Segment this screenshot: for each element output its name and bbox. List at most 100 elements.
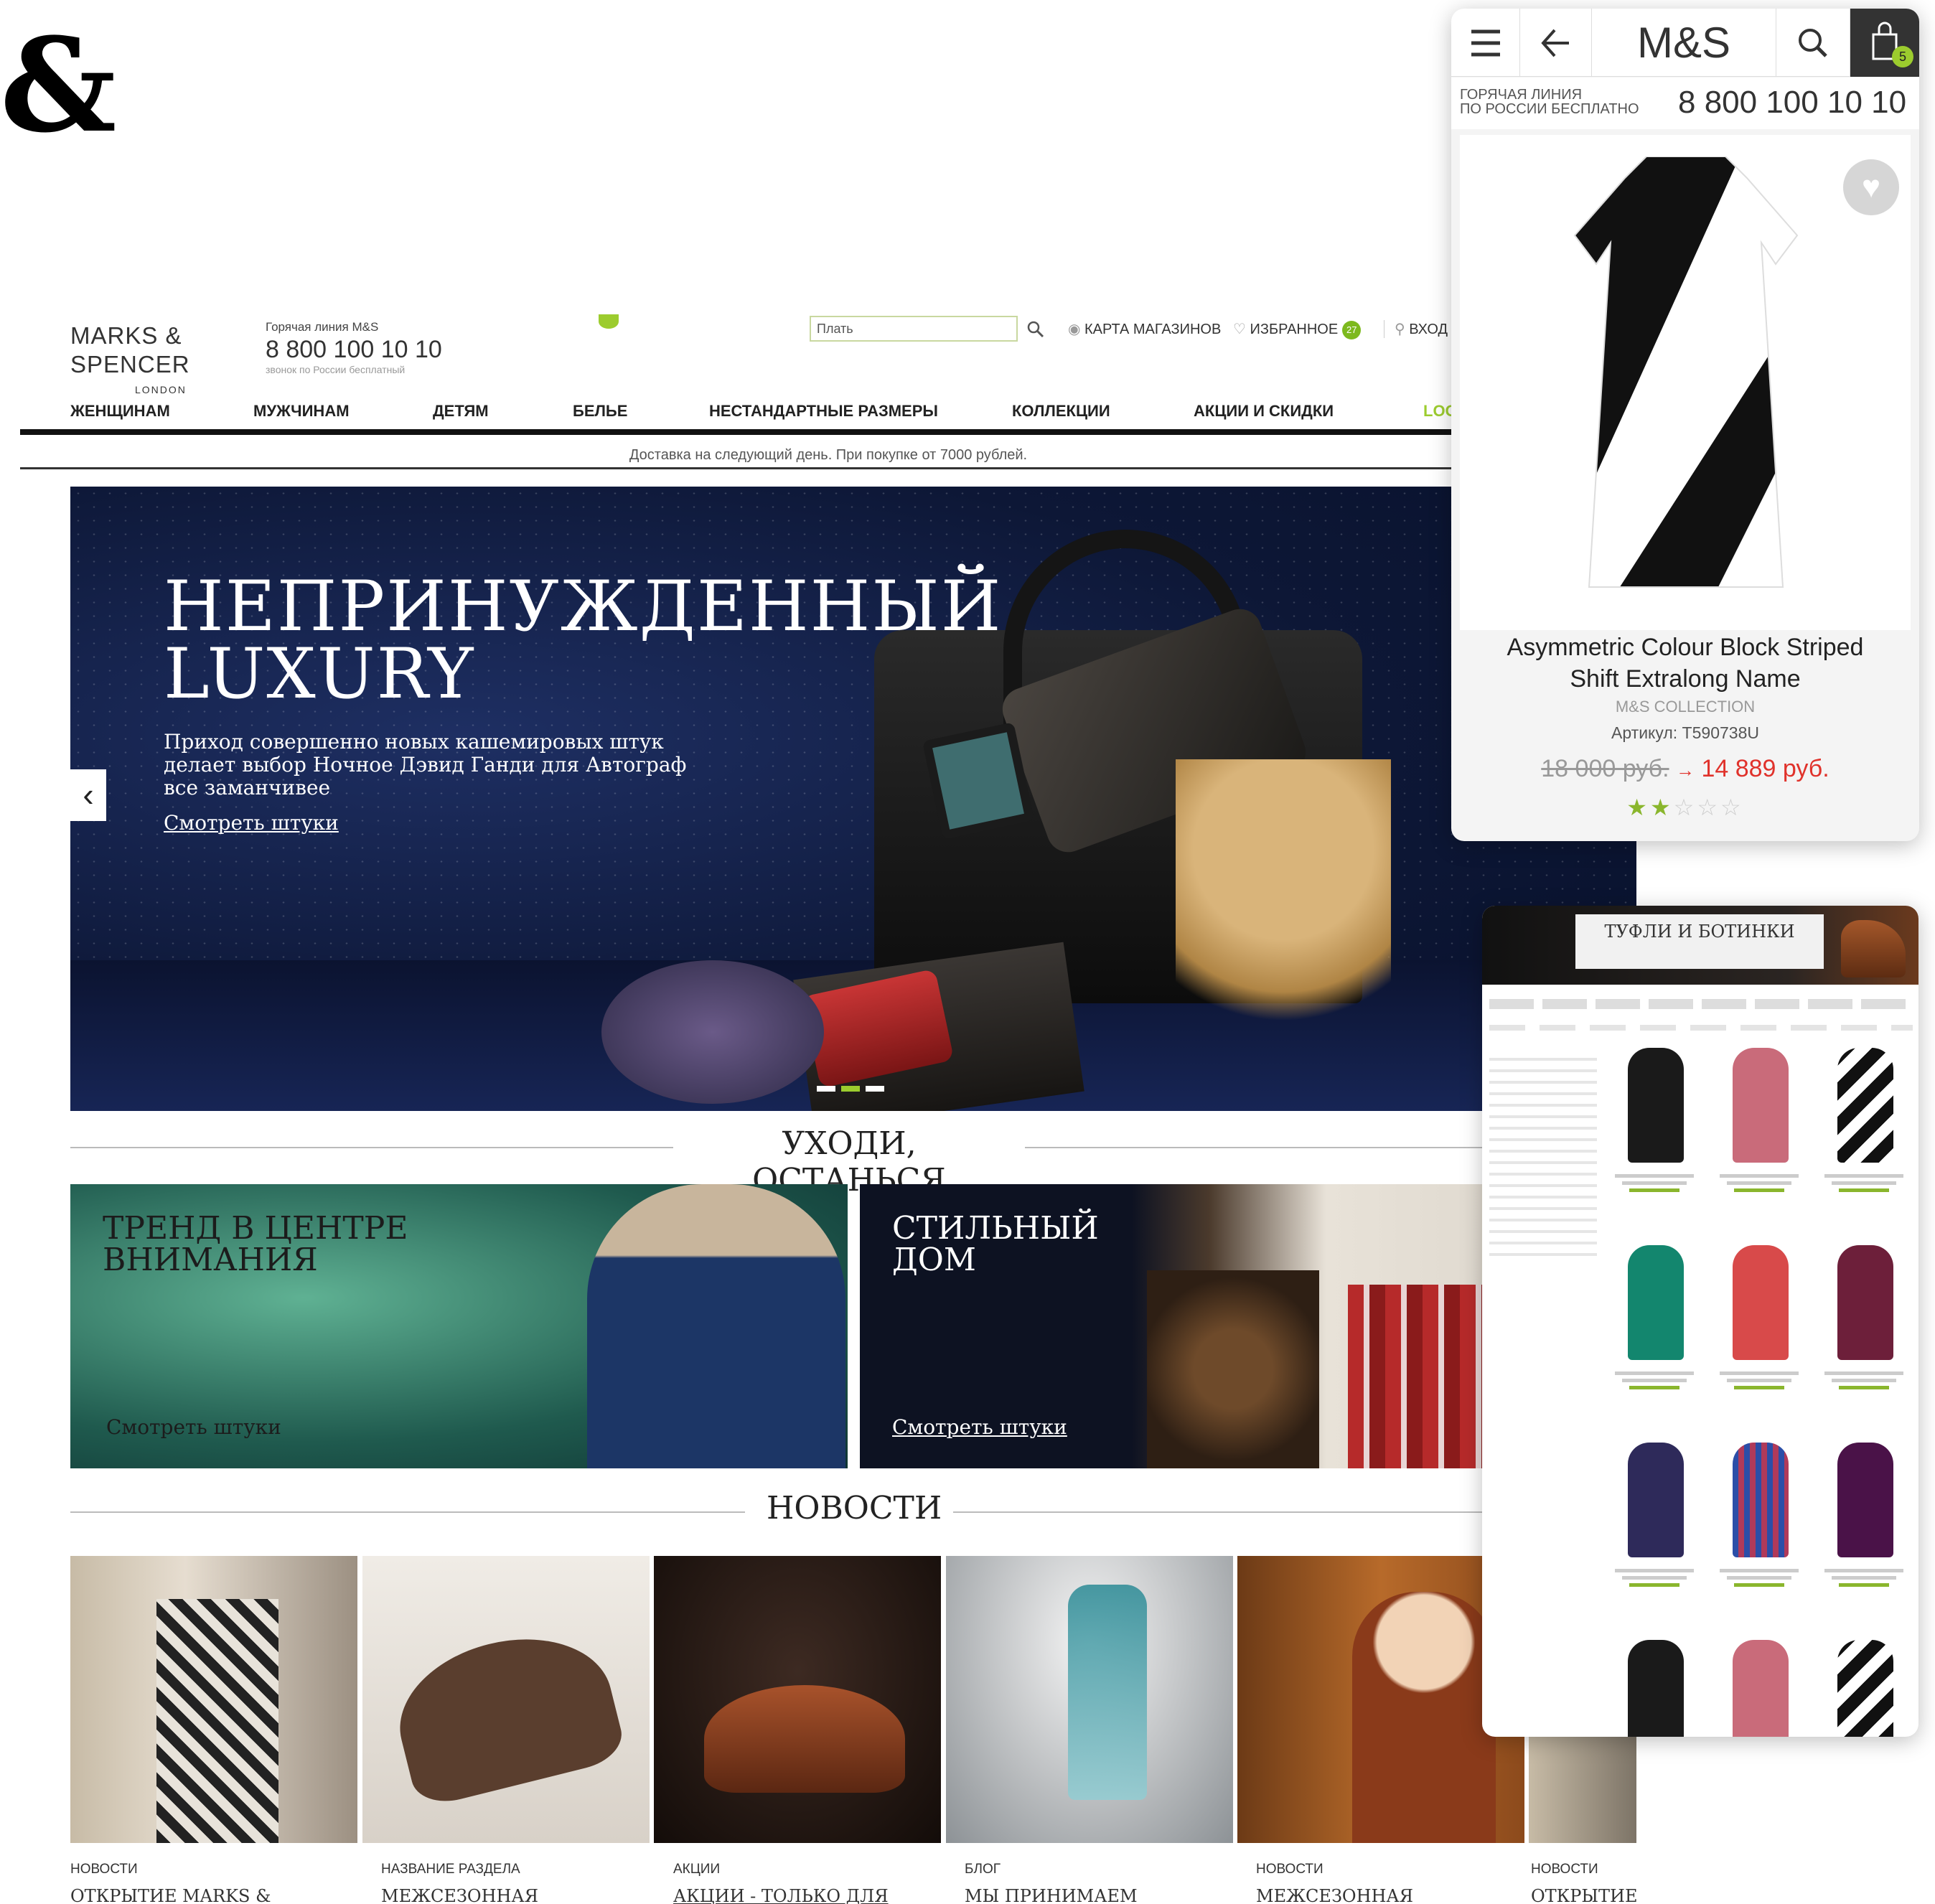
- product-image-card[interactable]: ♥: [1460, 135, 1911, 630]
- catalog-product-meta: [1839, 1386, 1889, 1389]
- promo-trend-title: ТРЕНД В ЦЕНТРЕ ВНИМАНИЯ: [103, 1213, 408, 1276]
- hotline-block: Горячая линия M&S 8 800 100 10 10 звонок…: [266, 320, 442, 375]
- news-title-3[interactable]: АКЦИИ - ТОЛЬКО ДЛЯ: [673, 1886, 889, 1904]
- news-image-5[interactable]: [1237, 1556, 1524, 1843]
- catalog-product-tile[interactable]: [1810, 1634, 1918, 1737]
- catalog-product-image: [1837, 1048, 1893, 1163]
- news-image-4[interactable]: [946, 1556, 1233, 1843]
- nav-item-kids[interactable]: ДЕТЯМ: [433, 402, 489, 421]
- catalog-product-tile[interactable]: [1601, 1239, 1715, 1397]
- site-logo[interactable]: MARKS & SPENCER LONDON: [70, 322, 228, 396]
- news-category-5: НОВОСТИ: [1256, 1862, 1323, 1877]
- news-image-4-vase: [1068, 1585, 1147, 1800]
- favorites-label: ИЗБРАННОЕ: [1250, 322, 1339, 337]
- catalog-banner: ТУФЛИ И БОТИНКИ: [1482, 906, 1918, 985]
- mobile-brand-logo[interactable]: M&S: [1592, 9, 1776, 77]
- catalog-product-tile[interactable]: [1810, 1042, 1918, 1200]
- promo-home-link[interactable]: Смотреть штуки: [892, 1415, 1067, 1439]
- login-link[interactable]: ⚲ ВХОД: [1384, 320, 1448, 338]
- catalog-product-meta: [1839, 1188, 1889, 1192]
- catalog-product-image: [1733, 1443, 1789, 1557]
- product-dress-image: [1573, 156, 1799, 588]
- mobile-search-icon[interactable]: [1776, 9, 1850, 77]
- catalog-product-tile[interactable]: [1601, 1437, 1715, 1595]
- star-filled-icon: ★: [1649, 794, 1674, 820]
- hero-dot[interactable]: [817, 1086, 835, 1092]
- hero-dot[interactable]: [841, 1086, 860, 1092]
- nav-item-sale[interactable]: АКЦИИ И СКИДКИ: [1194, 402, 1334, 421]
- catalog-sort-bar[interactable]: [1489, 1025, 1913, 1031]
- favorite-heart-icon[interactable]: ♥: [1843, 159, 1899, 215]
- hero-pagination[interactable]: [817, 1082, 890, 1095]
- nav-item-plus-sizes[interactable]: НЕСТАНДАРТНЫЕ РАЗМЕРЫ: [709, 402, 938, 421]
- news-title-6[interactable]: ОТКРЫТИЕ M: [1531, 1886, 1636, 1904]
- search-icon[interactable]: [1025, 319, 1046, 340]
- user-icon: ⚲: [1395, 322, 1410, 337]
- news-category-3: АКЦИИ: [673, 1862, 721, 1877]
- catalog-product-grid: [1601, 1042, 1916, 1737]
- news-category-2: НАЗВАНИЕ РАЗДЕЛА: [381, 1862, 520, 1877]
- news-image-3[interactable]: [654, 1556, 941, 1843]
- brand-ampersand-glyph: &: [0, 10, 117, 161]
- news-image-2-boot: [384, 1618, 628, 1810]
- catalog-product-tile[interactable]: [1810, 1239, 1918, 1397]
- catalog-product-image: [1628, 1245, 1684, 1360]
- nav-item-lingerie[interactable]: БЕЛЬЕ: [573, 402, 627, 421]
- hero-view-link[interactable]: Смотреть штуки: [164, 811, 339, 835]
- login-label: ВХОД: [1409, 322, 1448, 337]
- store-map-link[interactable]: ◉ КАРТА МАГАЗИНОВ: [1068, 320, 1221, 338]
- promo-home-title: СТИЛЬНЫЙ ДОМ: [892, 1213, 1099, 1276]
- catalog-product-tile[interactable]: [1810, 1437, 1918, 1595]
- news-title-4[interactable]: МЫ ПРИНИМАЕМ: [965, 1886, 1138, 1904]
- search-input[interactable]: Плать: [810, 316, 1018, 342]
- delivery-banner: Доставка на следующий день. При покупке …: [20, 441, 1636, 469]
- hero-slider[interactable]: НЕПРИНУЖДЕННЫЙ LUXURY Приход совершенно …: [70, 487, 1636, 1111]
- catalog-product-image: [1837, 1245, 1893, 1360]
- product-name[interactable]: Asymmetric Colour Block Striped Shift Ex…: [1451, 632, 1919, 695]
- catalog-product-meta: [1622, 1576, 1687, 1580]
- catalog-product-meta: [1727, 1576, 1791, 1580]
- catalog-product-meta: [1832, 1181, 1896, 1185]
- catalog-filter-bar[interactable]: [1489, 999, 1913, 1009]
- product-price: 18 000 руб. → 14 889 руб.: [1451, 755, 1919, 783]
- catalog-product-meta: [1734, 1583, 1784, 1587]
- promo-trend-link[interactable]: Смотреть штуки: [106, 1415, 281, 1439]
- product-new-price: 14 889 руб.: [1701, 755, 1829, 782]
- nav-item-women[interactable]: ЖЕНЩИНАМ: [70, 402, 170, 421]
- catalog-product-tile[interactable]: [1601, 1634, 1715, 1737]
- news-image-3-shoe: [704, 1685, 905, 1793]
- desktop-site-screenshot: MARKS & SPENCER LONDON Горячая линия M&S…: [20, 313, 1636, 1904]
- back-arrow-icon[interactable]: [1520, 9, 1592, 77]
- catalog-product-tile[interactable]: [1705, 1437, 1820, 1595]
- favorites-link[interactable]: ♡ ИЗБРАННОЕ 27: [1233, 320, 1362, 339]
- hero-title: НЕПРИНУЖДЕННЫЙ LUXURY: [164, 572, 1001, 708]
- menu-icon[interactable]: [1451, 9, 1520, 77]
- promo-trend[interactable]: ТРЕНД В ЦЕНТРЕ ВНИМАНИЯ Смотреть штуки: [70, 1184, 848, 1468]
- catalog-product-meta: [1622, 1379, 1687, 1382]
- mobile-hotline-phone[interactable]: 8 800 100 10 10: [1678, 85, 1906, 121]
- catalog-product-tile[interactable]: [1705, 1239, 1820, 1397]
- catalog-product-image: [1733, 1048, 1789, 1163]
- catalog-product-tile[interactable]: [1705, 1042, 1820, 1200]
- product-rating: ★★☆☆☆: [1451, 794, 1919, 821]
- nav-item-collections[interactable]: КОЛЛЕКЦИИ: [1012, 402, 1110, 421]
- catalog-product-meta: [1615, 1174, 1694, 1178]
- news-title-2[interactable]: МЕЖСЕЗОННАЯ: [381, 1886, 538, 1904]
- catalog-product-tile[interactable]: [1601, 1042, 1715, 1200]
- nav-item-men[interactable]: МУЖЧИНАМ: [253, 402, 350, 421]
- news-title-1[interactable]: ОТКРЫТИЕ MARKS &: [70, 1886, 271, 1904]
- news-title-5[interactable]: МЕЖСЕЗОННАЯ: [1256, 1886, 1413, 1904]
- main-nav: ЖЕНЩИНАМ МУЖЧИНАМ ДЕТЯМ БЕЛЬЕ НЕСТАНДАРТ…: [20, 399, 1636, 435]
- hotline-phone[interactable]: 8 800 100 10 10: [266, 336, 442, 364]
- news-image-1[interactable]: [70, 1556, 357, 1843]
- hero-prev-arrow-icon[interactable]: ‹: [70, 769, 106, 821]
- product-old-price: 18 000 руб.: [1541, 755, 1669, 782]
- catalog-sidebar-filters[interactable]: [1489, 1049, 1597, 1265]
- catalog-product-meta: [1615, 1569, 1694, 1572]
- catalog-product-tile[interactable]: [1705, 1634, 1820, 1737]
- catalog-product-meta: [1615, 1371, 1694, 1375]
- hero-dot[interactable]: [866, 1086, 884, 1092]
- cart-button[interactable]: 5: [1850, 9, 1919, 77]
- news-image-2[interactable]: [362, 1556, 650, 1843]
- promo-trend-title-line2: ВНИМАНИЯ: [103, 1242, 318, 1278]
